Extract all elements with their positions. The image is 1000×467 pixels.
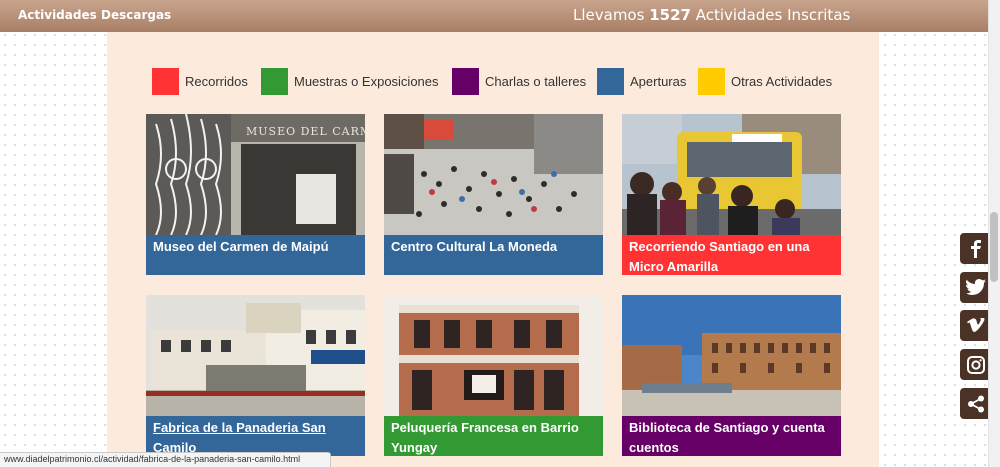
- twitter-icon: [965, 279, 986, 295]
- share-icon: [967, 395, 984, 412]
- activity-card-micro-amarilla[interactable]: Recorriendo Santiago en una Micro Amaril…: [622, 114, 841, 275]
- nav-descargas-link[interactable]: Descargas: [101, 8, 171, 22]
- counter-number: 1527: [649, 6, 691, 24]
- legend-item-charlas[interactable]: Charlas o talleres: [452, 66, 586, 96]
- counter-suffix: Actividades Inscritas: [690, 6, 851, 24]
- card-title[interactable]: Fabrica de la Panaderia San Camilo: [146, 416, 365, 456]
- yellow-bus-photo: [622, 114, 841, 235]
- museum-gate-photo: MUSEO DEL CARMEN: [146, 114, 365, 235]
- legend-swatch-green: [261, 67, 288, 95]
- activity-card-peluqueria-francesa[interactable]: Peluquería Francesa en Barrio Yungay: [384, 295, 603, 456]
- instagram-button[interactable]: [960, 349, 991, 380]
- category-legend: Recorridos Muestras o Exposiciones Charl…: [150, 66, 850, 96]
- activities-counter: Llevamos 1527 Actividades Inscritas: [573, 6, 850, 24]
- counter-prefix: Llevamos: [573, 6, 650, 24]
- top-nav-bar: Actividades Descargas Llevamos 1527 Acti…: [0, 0, 1000, 32]
- peluqueria-building-photo: [384, 295, 603, 416]
- legend-swatch-blue: [597, 67, 624, 95]
- instagram-icon: [966, 355, 985, 374]
- legend-label: Muestras o Exposiciones: [294, 73, 439, 89]
- activity-card-biblioteca-santiago[interactable]: Biblioteca de Santiago y cuenta cuentos: [622, 295, 841, 456]
- vimeo-icon: [966, 317, 984, 332]
- card-title[interactable]: Peluquería Francesa en Barrio Yungay: [384, 416, 603, 456]
- crowd-atrium-photo: [384, 114, 603, 235]
- legend-item-aperturas[interactable]: Aperturas: [597, 66, 686, 96]
- legend-label: Aperturas: [630, 73, 687, 89]
- card-title[interactable]: Recorriendo Santiago en una Micro Amaril…: [622, 235, 841, 275]
- share-button[interactable]: [960, 388, 991, 419]
- card-title[interactable]: Centro Cultural La Moneda: [384, 235, 603, 275]
- activity-card-panaderia-san-camilo[interactable]: Fabrica de la Panaderia San Camilo: [146, 295, 365, 456]
- card-title[interactable]: Museo del Carmen de Maipú: [146, 235, 365, 275]
- legend-item-muestras[interactable]: Muestras o Exposiciones: [261, 66, 439, 96]
- legend-swatch-yellow: [698, 67, 725, 95]
- legend-label: Recorridos: [185, 73, 248, 89]
- legend-swatch-red: [152, 67, 179, 95]
- legend-swatch-purple: [452, 67, 479, 95]
- twitter-button[interactable]: [960, 272, 991, 303]
- legend-item-recorridos[interactable]: Recorridos: [152, 66, 248, 96]
- nav-actividades-link[interactable]: Actividades: [18, 8, 97, 22]
- facebook-button[interactable]: [960, 233, 991, 264]
- facebook-icon: [970, 239, 981, 258]
- browser-status-url: www.diadelpatrimonio.cl/actividad/fabric…: [0, 452, 331, 467]
- activity-card-museo-carmen[interactable]: MUSEO DEL CARMEN Museo del Carmen de Mai…: [146, 114, 365, 275]
- legend-label: Charlas o talleres: [485, 73, 587, 89]
- vimeo-button[interactable]: [960, 310, 991, 341]
- bakery-corner-photo: [146, 295, 365, 416]
- library-building-photo: [622, 295, 841, 416]
- card-title[interactable]: Biblioteca de Santiago y cuenta cuentos: [622, 416, 841, 456]
- scrollbar-thumb[interactable]: [990, 212, 998, 282]
- activity-card-la-moneda[interactable]: Centro Cultural La Moneda: [384, 114, 603, 275]
- legend-item-otras[interactable]: Otras Actividades: [698, 66, 832, 96]
- museum-sign-text: MUSEO DEL CARMEN: [246, 125, 365, 138]
- legend-label: Otras Actividades: [731, 73, 833, 89]
